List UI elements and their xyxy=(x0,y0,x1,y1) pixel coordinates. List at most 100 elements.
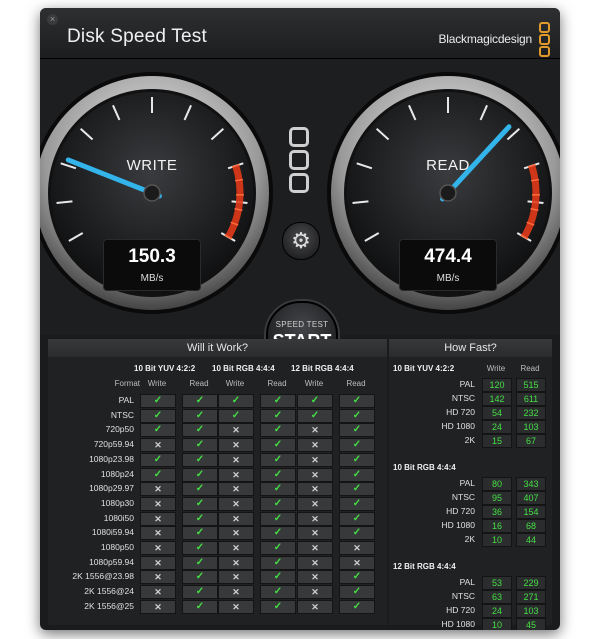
write-speed-cell: 15 xyxy=(482,434,512,448)
format-row-label: PAL xyxy=(118,395,134,405)
check-icon: ✓ xyxy=(260,452,296,467)
cross-icon: ✕ xyxy=(218,496,254,511)
write-speed-cell: 24 xyxy=(482,420,512,434)
check-icon: ✓ xyxy=(182,599,218,614)
check-icon: ✓ xyxy=(339,585,375,600)
disk-speed-test-window: × Disk Speed Test Blackmagicdesign WRITE… xyxy=(40,8,560,630)
write-speed-cell: 120 xyxy=(482,378,512,392)
check-icon: ✓ xyxy=(182,423,218,438)
check-icon: ✓ xyxy=(260,394,296,408)
cross-icon: ✕ xyxy=(339,555,375,570)
check-icon: ✓ xyxy=(260,511,296,526)
check-icon: ✓ xyxy=(182,452,218,467)
check-icon: ✓ xyxy=(339,408,375,423)
format-row-label: 1080p23.98 xyxy=(89,453,134,464)
check-icon: ✓ xyxy=(260,570,296,585)
read-speed-cell: 154 xyxy=(516,505,546,519)
read-speed-cell: 515 xyxy=(516,378,546,392)
write-speed-cell: 53 xyxy=(482,576,512,590)
cross-icon: ✕ xyxy=(297,423,333,438)
cross-icon: ✕ xyxy=(218,599,254,614)
cross-icon: ✕ xyxy=(297,555,333,570)
cross-icon: ✕ xyxy=(140,496,176,511)
check-icon: ✓ xyxy=(339,496,375,511)
write-speed-cell: 80 xyxy=(482,477,512,491)
how-fast-panel: How Fast? 10 Bit YUV 4:2:2 Write Read PAL 12… xyxy=(389,339,552,630)
how-fast-row-label: PAL xyxy=(459,577,475,587)
cross-icon: ✕ xyxy=(140,482,176,497)
check-icon: ✓ xyxy=(260,423,296,438)
check-icon: ✓ xyxy=(339,394,375,408)
check-icon: ✓ xyxy=(182,570,218,585)
format-row-label: 2K 1556@23.98 xyxy=(72,571,134,582)
how-fast-row-label: HD 1080 xyxy=(441,619,475,629)
check-icon: ✓ xyxy=(260,541,296,555)
read-speed-cell: 68 xyxy=(516,519,546,533)
check-icon: ✓ xyxy=(297,394,333,408)
how-fast-row-label: HD 720 xyxy=(446,605,475,615)
format-row-label: NTSC xyxy=(110,409,134,420)
check-icon: ✓ xyxy=(182,394,218,408)
write-speed-cell: 36 xyxy=(482,505,512,519)
how-fast-row-label: PAL xyxy=(459,478,475,488)
cross-icon: ✕ xyxy=(218,511,254,526)
check-icon: ✓ xyxy=(182,526,218,541)
how-fast-row-label: 2K xyxy=(464,534,475,544)
check-icon: ✓ xyxy=(182,555,218,570)
check-icon: ✓ xyxy=(182,438,218,453)
cross-icon: ✕ xyxy=(297,541,333,555)
check-icon: ✓ xyxy=(140,408,176,423)
write-speed-value: 150.3 xyxy=(128,246,176,267)
check-icon: ✓ xyxy=(339,438,375,453)
how-fast-title: How Fast? xyxy=(389,339,552,357)
check-icon: ✓ xyxy=(182,585,218,600)
will-it-work-group-header: 10 Bit YUV 4:2:2 xyxy=(134,364,196,373)
check-icon: ✓ xyxy=(140,452,176,467)
check-icon: ✓ xyxy=(260,438,296,453)
gear-icon[interactable]: ⚙ xyxy=(282,222,320,260)
cross-icon: ✕ xyxy=(297,482,333,497)
format-row-label: 1080p24 xyxy=(100,468,134,479)
cross-icon: ✕ xyxy=(218,526,254,541)
close-icon[interactable]: × xyxy=(47,14,58,25)
start-button-caption: SPEED TEST xyxy=(275,320,329,329)
check-icon: ✓ xyxy=(339,526,375,541)
how-fast-row-label: HD 1080 xyxy=(441,421,475,431)
read-speed-cell: 45 xyxy=(516,618,546,630)
read-speed-cell: 103 xyxy=(516,420,546,434)
format-row-label: 2K 1556@24 xyxy=(84,586,134,597)
check-icon: ✓ xyxy=(260,526,296,541)
how-fast-group-header: 12 Bit RGB 4:4:4 xyxy=(393,562,456,571)
write-speed-unit: MB/s xyxy=(140,273,164,284)
format-row-label: 1080p30 xyxy=(100,497,134,508)
cross-icon: ✕ xyxy=(218,467,254,482)
write-speed-cell: 10 xyxy=(482,533,512,547)
check-icon: ✓ xyxy=(182,511,218,526)
check-icon: ✓ xyxy=(339,423,375,438)
brand-name: Blackmagicdesign xyxy=(438,32,532,46)
how-fast-row-label: NTSC xyxy=(451,492,475,502)
cross-icon: ✕ xyxy=(140,585,176,600)
cross-icon: ✕ xyxy=(297,570,333,585)
write-speed-cell: 142 xyxy=(482,392,512,406)
how-fast-column-header: Read xyxy=(520,364,540,373)
how-fast-row-label: HD 720 xyxy=(446,407,475,417)
check-icon: ✓ xyxy=(260,555,296,570)
cross-icon: ✕ xyxy=(218,541,254,555)
read-needle-hub xyxy=(439,184,457,202)
how-fast-row-label: NTSC xyxy=(451,393,475,403)
blackmagic-center-logo-icon xyxy=(289,127,311,196)
cross-icon: ✕ xyxy=(297,452,333,467)
check-icon: ✓ xyxy=(140,423,176,438)
read-speed-cell: 232 xyxy=(516,406,546,420)
blackmagic-logo-icon xyxy=(539,22,551,58)
cross-icon: ✕ xyxy=(297,585,333,600)
write-speed-cell: 95 xyxy=(482,491,512,505)
format-row-label: 720p59.94 xyxy=(93,439,134,450)
cross-icon: ✕ xyxy=(297,526,333,541)
check-icon: ✓ xyxy=(218,408,254,423)
check-icon: ✓ xyxy=(260,599,296,614)
read-speed-cell: 103 xyxy=(516,604,546,618)
format-row-label: 1080i59.94 xyxy=(91,527,134,538)
check-icon: ✓ xyxy=(140,467,176,482)
